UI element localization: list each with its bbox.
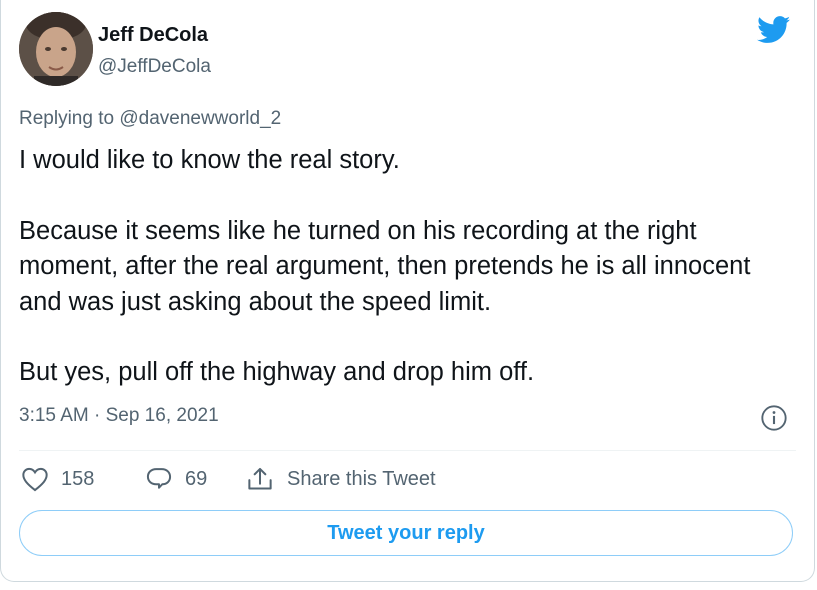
avatar-image	[19, 12, 93, 86]
tweet-paragraph: But yes, pull off the highway and drop h…	[19, 358, 535, 386]
tweet-actions: 158 69 Share this Tweet	[19, 466, 799, 496]
reply-button[interactable]: 69	[145, 466, 207, 492]
heart-icon	[22, 467, 48, 492]
twitter-bird-icon[interactable]	[757, 16, 791, 49]
author-name[interactable]: Jeff DeCola	[98, 24, 208, 47]
info-icon[interactable]	[760, 404, 788, 437]
like-count: 158	[61, 467, 95, 490]
share-icon	[248, 467, 272, 490]
tweet-paragraph: Because it seems like he turned on his r…	[19, 216, 751, 316]
tweet-card: Jeff DeCola @JeffDeCola Replying to @dav…	[0, 0, 815, 582]
like-button[interactable]: 158	[21, 466, 94, 492]
reply-count: 69	[185, 467, 208, 490]
tweet-timestamp[interactable]: 3:15 AM · Sep 16, 2021	[19, 405, 219, 427]
divider	[19, 450, 796, 451]
tweet-your-reply-button[interactable]: Tweet your reply	[19, 510, 793, 556]
replying-prefix: Replying to	[19, 108, 115, 129]
author-handle[interactable]: @JeffDeCola	[98, 56, 211, 78]
share-label: Share this Tweet	[287, 467, 436, 490]
tweet-text: I would like to know the real story. Bec…	[19, 143, 799, 391]
replying-to: Replying to @davenewworld_2	[19, 108, 281, 130]
replying-mention[interactable]: @davenewworld_2	[119, 108, 281, 129]
avatar[interactable]	[19, 12, 93, 86]
tweet-paragraph: I would like to know the real story.	[19, 146, 400, 174]
share-button[interactable]: Share this Tweet	[245, 466, 436, 492]
reply-bubble-icon	[146, 468, 172, 489]
tweet-header: Jeff DeCola @JeffDeCola	[19, 12, 799, 88]
